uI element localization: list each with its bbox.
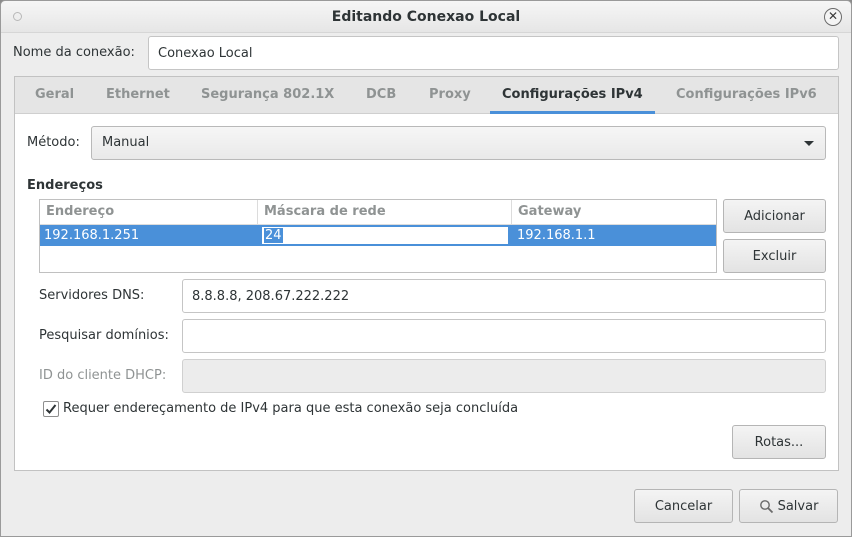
method-value: Manual	[102, 135, 150, 150]
check-icon	[45, 404, 57, 414]
save-button-label: Salvar	[777, 498, 819, 514]
address-cell[interactable]: 192.168.1.251	[44, 228, 139, 243]
save-button[interactable]: Salvar	[739, 489, 838, 523]
dhcp-client-id-field	[182, 359, 826, 393]
add-address-button[interactable]: Adicionar	[723, 199, 826, 233]
delete-address-button[interactable]: Excluir	[723, 239, 826, 273]
connection-name-field[interactable]: Conexao Local	[148, 36, 839, 70]
cancel-button[interactable]: Cancelar	[634, 489, 733, 523]
routes-button[interactable]: Rotas...	[732, 425, 826, 459]
tab-bar: Geral Ethernet Segurança 802.1X DCB Prox…	[15, 77, 838, 114]
addresses-title: Endereços	[27, 178, 103, 193]
column-header-netmask[interactable]: Máscara de rede	[258, 200, 512, 225]
window-title: Editando Conexao Local	[331, 9, 521, 25]
close-icon[interactable]: ✕	[824, 8, 842, 26]
search-icon	[759, 499, 773, 513]
dns-servers-label: Servidores DNS:	[39, 288, 145, 303]
add-address-button-label: Adicionar	[744, 208, 805, 224]
dns-servers-value: 8.8.8.8, 208.67.222.222	[192, 288, 350, 304]
column-header-gateway[interactable]: Gateway	[512, 200, 716, 225]
search-domains-label: Pesquisar domínios:	[39, 328, 169, 343]
tab-configuracoes-ipv4[interactable]: Configurações IPv4	[490, 77, 655, 114]
netmask-value: 24	[264, 228, 283, 243]
dns-servers-field[interactable]: 8.8.8.8, 208.67.222.222	[182, 279, 826, 313]
method-label: Método:	[27, 135, 80, 150]
method-combo[interactable]: Manual	[91, 126, 826, 160]
dialog-window: Editando Conexao Local ✕ Nome da conexão…	[0, 0, 852, 537]
chevron-down-icon	[804, 141, 814, 146]
table-row[interactable]: 192.168.1.251 24 192.168.1.1	[40, 225, 716, 246]
tab-ethernet[interactable]: Ethernet	[106, 77, 170, 114]
gateway-cell[interactable]: 192.168.1.1	[517, 228, 596, 243]
settings-notebook: Geral Ethernet Segurança 802.1X DCB Prox…	[14, 76, 839, 471]
column-header-address[interactable]: Endereço	[40, 200, 258, 225]
require-ipv4-checkbox[interactable]	[43, 401, 59, 417]
routes-button-label: Rotas...	[754, 434, 804, 450]
dhcp-client-id-label: ID do cliente DHCP:	[39, 368, 167, 383]
netmask-cell-editor[interactable]: 24	[261, 226, 509, 245]
addresses-table[interactable]: Endereço Máscara de rede Gateway 192.168…	[39, 199, 717, 273]
tab-seguranca-8021x[interactable]: Segurança 802.1X	[201, 77, 334, 114]
cancel-button-label: Cancelar	[654, 498, 713, 514]
tab-dcb[interactable]: DCB	[366, 77, 396, 114]
tab-configuracoes-ipv6[interactable]: Configurações IPv6	[676, 77, 817, 114]
tab-geral[interactable]: Geral	[35, 77, 74, 114]
connection-name-value: Conexao Local	[158, 45, 253, 61]
tab-proxy[interactable]: Proxy	[429, 77, 471, 114]
title-bar: Editando Conexao Local ✕	[1, 1, 851, 33]
delete-address-button-label: Excluir	[752, 248, 797, 264]
require-ipv4-label[interactable]: Requer endereçamento de IPv4 para que es…	[63, 401, 518, 416]
connection-name-label: Nome da conexão:	[13, 45, 135, 60]
search-domains-field[interactable]	[182, 319, 826, 353]
